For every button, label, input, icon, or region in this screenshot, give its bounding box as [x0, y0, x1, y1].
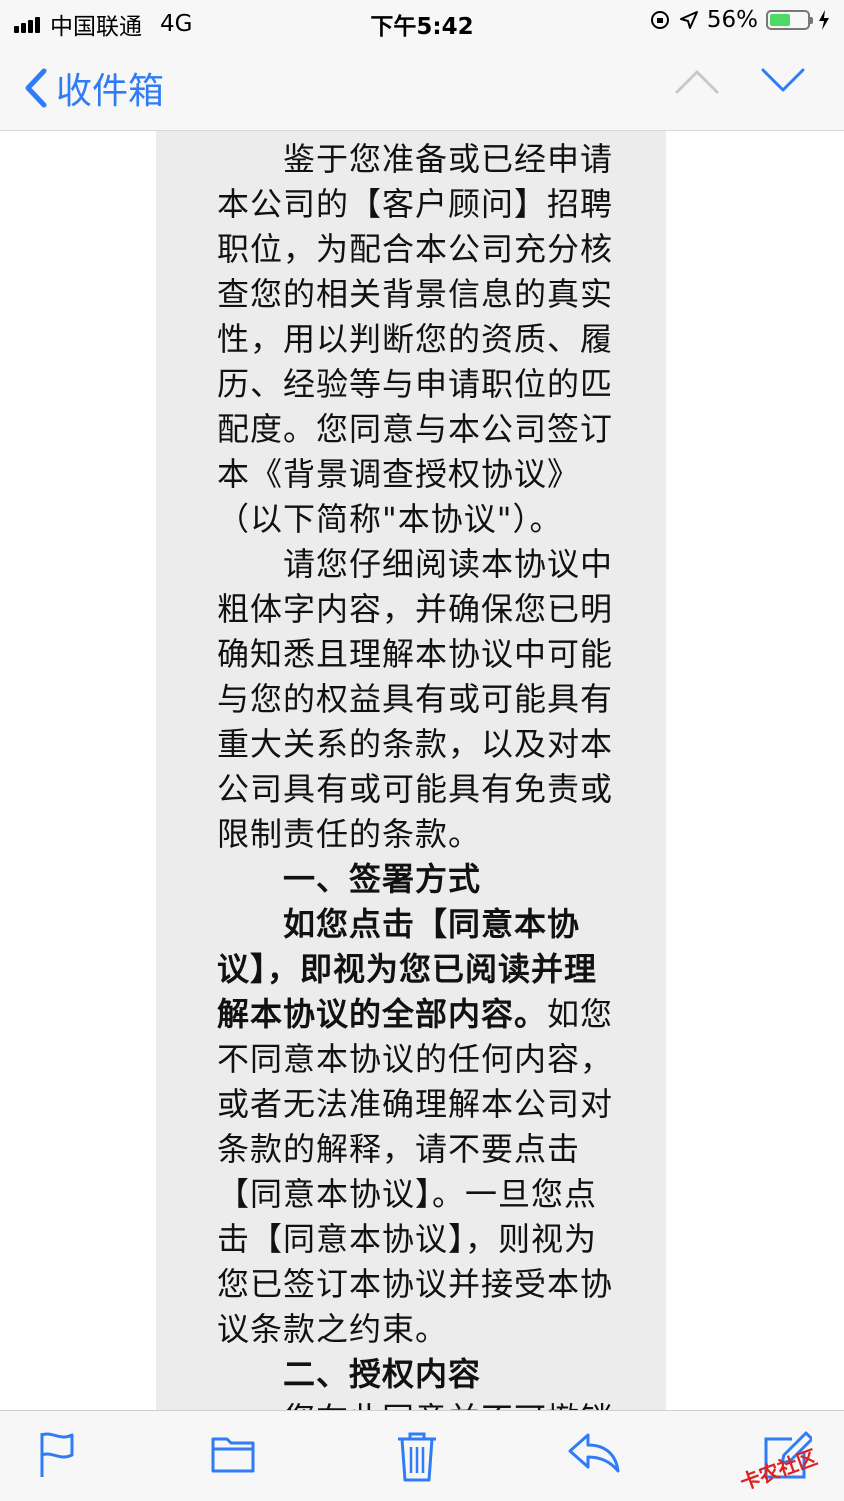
- email-body[interactable]: 鉴于您准备或已经申请本公司的【客户顾问】招聘职位，为配合本公司充分核查您的相关背…: [156, 131, 666, 1410]
- rotation-lock-icon: [650, 11, 669, 29]
- nav-bar: 收件箱: [0, 44, 844, 131]
- battery-icon: [766, 10, 813, 30]
- reply-icon[interactable]: [566, 1431, 622, 1475]
- paragraph-notice: 请您仔细阅读本协议中粗体字内容，并确保您已明确知悉且理解本协议中可能与您的权益具…: [217, 545, 614, 853]
- status-bar: 中国联通 4G 下午5:42 56%: [0, 0, 844, 44]
- charging-icon: [819, 10, 829, 30]
- signing-bold-text: 如您点击【同意本协议】，即视为您已阅读并理解本协议的全部内容。: [217, 905, 598, 1033]
- message-navigation: [674, 66, 806, 96]
- chevron-down-icon[interactable]: [760, 66, 806, 96]
- chevron-left-icon: [25, 68, 47, 108]
- battery-percent: 56%: [706, 7, 758, 33]
- bottom-toolbar: 卡农社区: [0, 1410, 844, 1501]
- paragraph-signing: 如您点击【同意本协议】，即视为您已阅读并理解本协议的全部内容。如您不同意本协议的…: [217, 902, 617, 1352]
- flag-icon[interactable]: [38, 1431, 78, 1479]
- back-button[interactable]: 收件箱: [24, 62, 164, 114]
- location-icon: [679, 11, 698, 29]
- section-heading-2: 二、授权内容: [283, 1355, 482, 1393]
- trash-icon[interactable]: [396, 1431, 438, 1483]
- paragraph-intro: 鉴于您准备或已经申请本公司的【客户顾问】招聘职位，为配合本公司充分核查您的相关背…: [217, 140, 614, 538]
- paragraph-authorization: 您在此同意并不可撤销: [217, 1397, 617, 1410]
- back-label: 收件箱: [56, 71, 165, 112]
- section-heading-1: 一、签署方式: [283, 860, 482, 898]
- status-right: 56%: [649, 7, 830, 33]
- signing-text: 如您不同意本协议的任何内容，或者无法准确理解本公司对条款的解释，请不要点击【同意…: [217, 995, 614, 1348]
- email-text: 鉴于您准备或已经申请本公司的【客户顾问】招聘职位，为配合本公司充分核查您的相关背…: [217, 137, 617, 1410]
- folder-icon[interactable]: [210, 1431, 256, 1475]
- chevron-up-icon[interactable]: [674, 66, 720, 96]
